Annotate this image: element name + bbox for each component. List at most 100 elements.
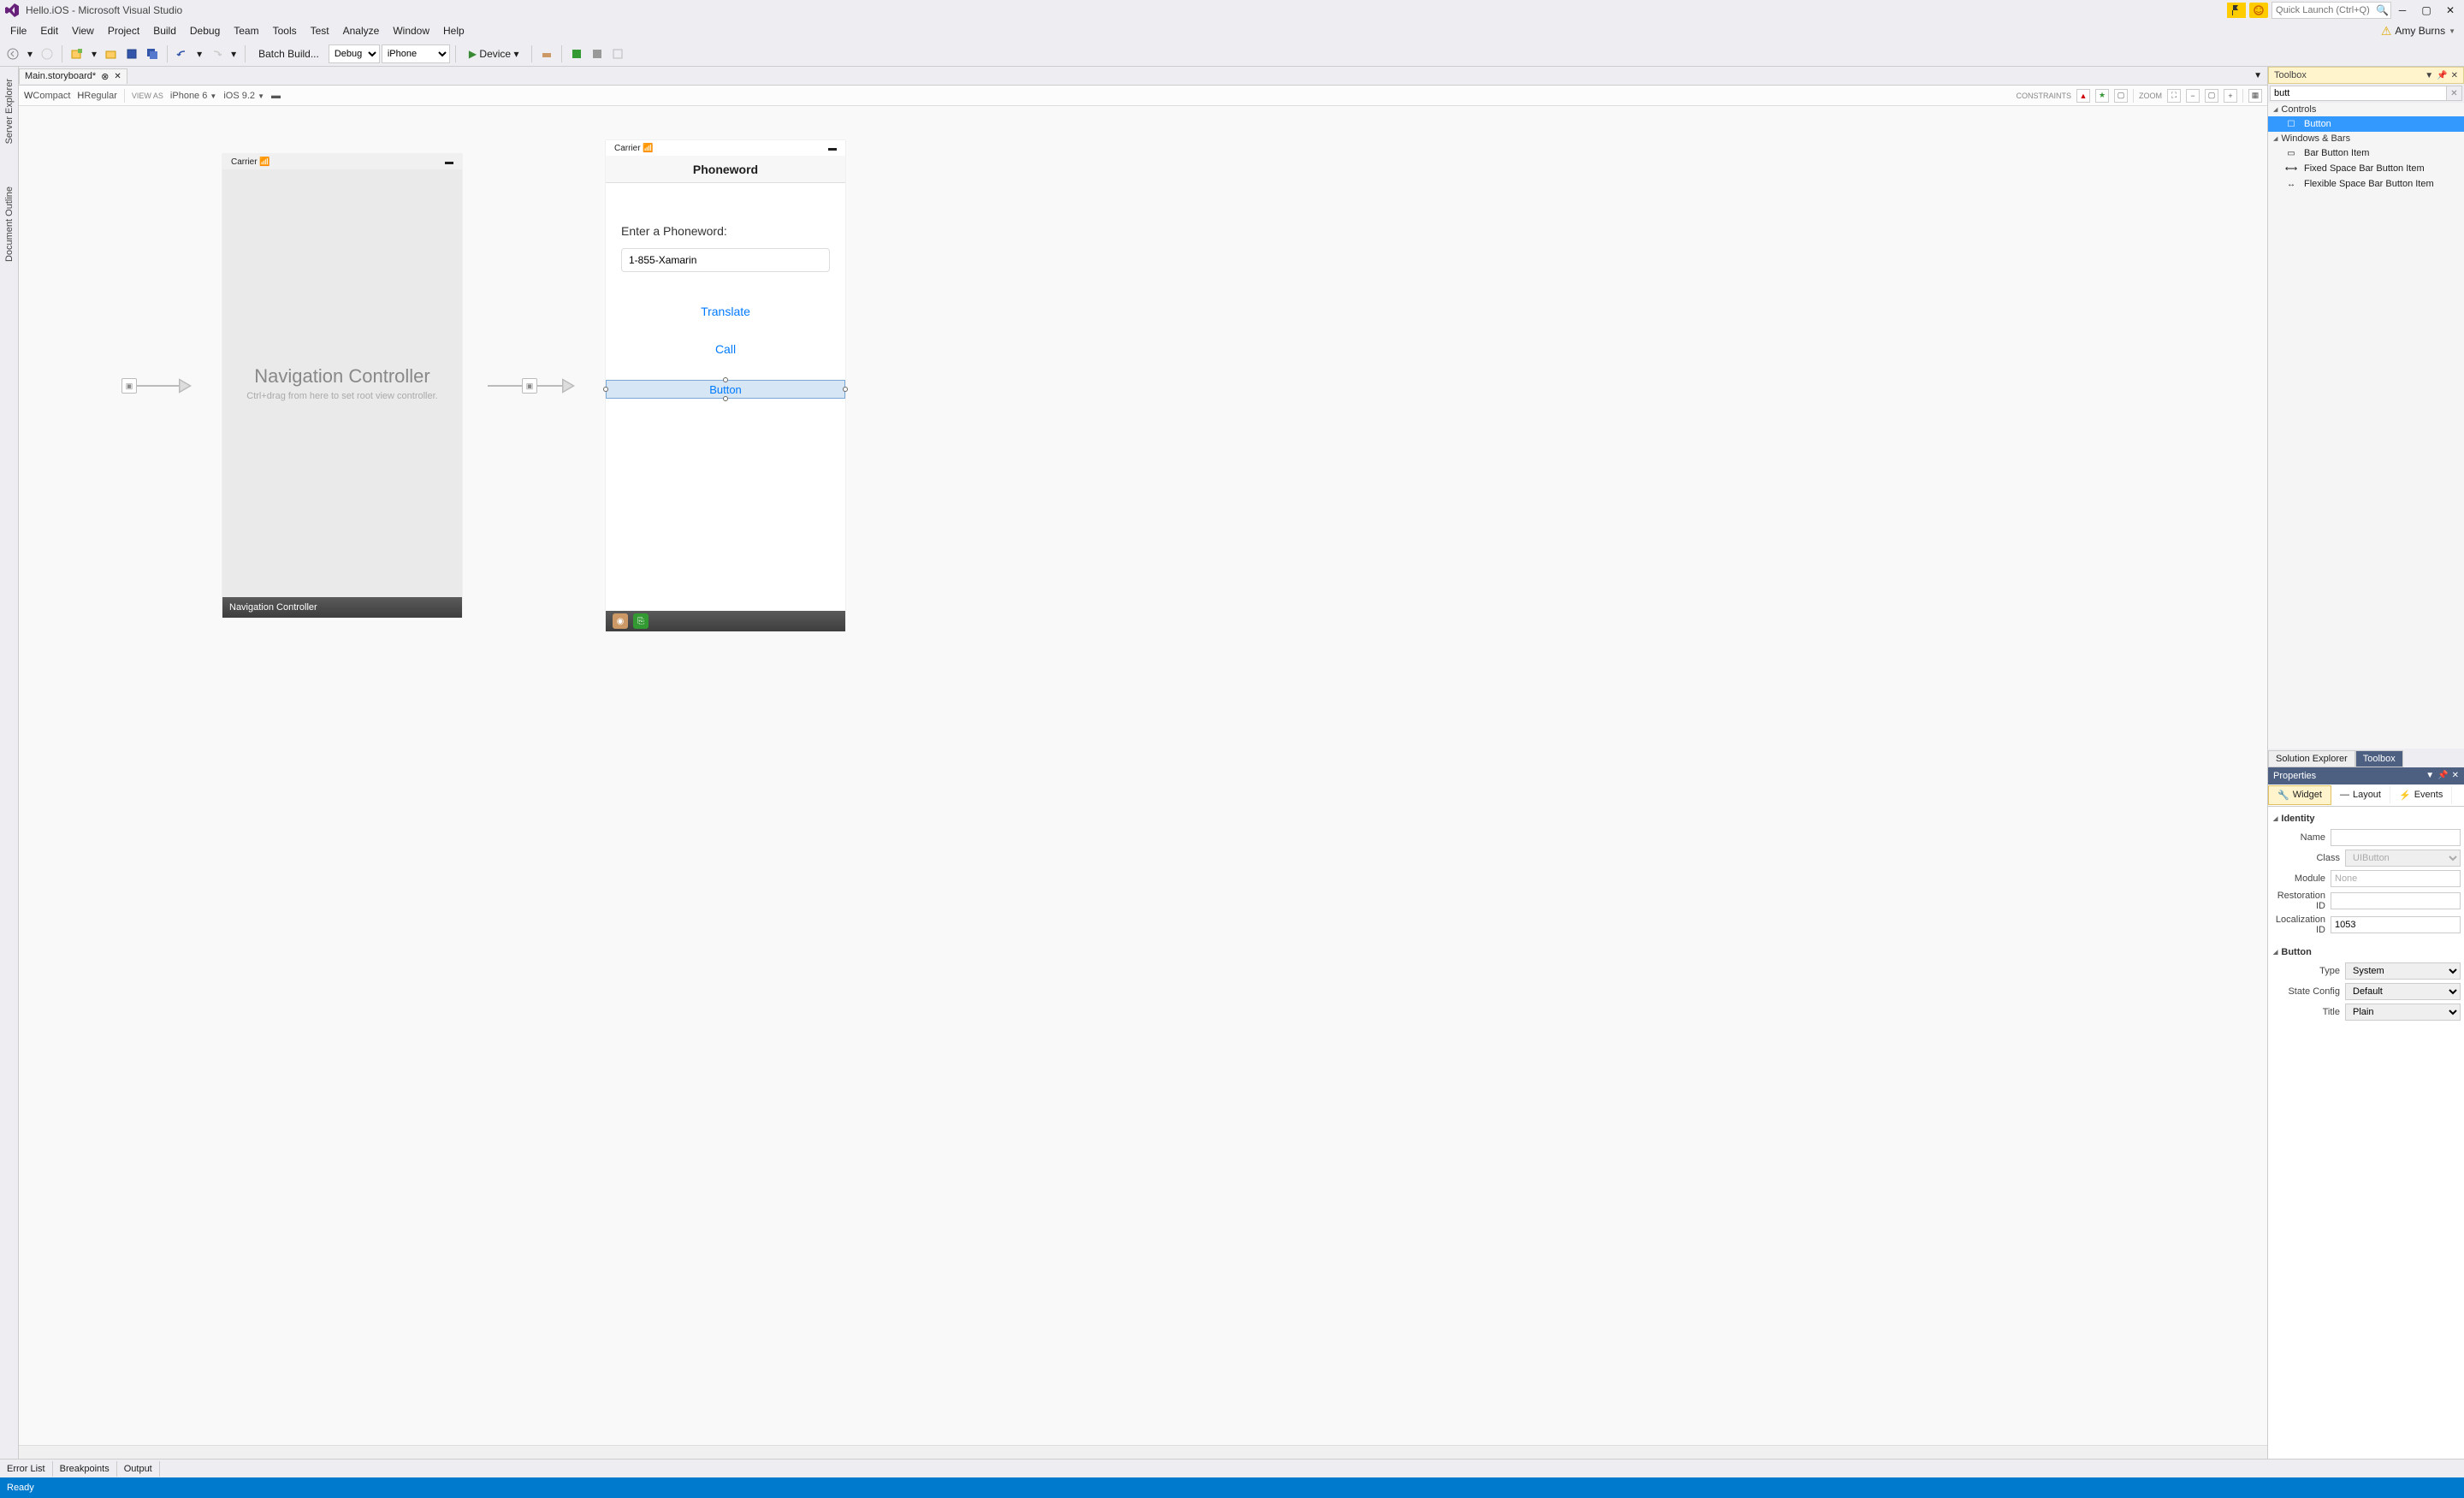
call-button[interactable]: Call [621,342,830,356]
constraints-btn-3[interactable]: ▢ [2114,89,2128,103]
device-selector[interactable]: iPhone 6 ▼ [170,91,216,101]
toolbox-item-button[interactable]: ☐ Button [2268,116,2464,132]
menu-view[interactable]: View [65,22,101,39]
resize-handle-left[interactable] [603,387,608,392]
prop-localization-input[interactable] [2331,916,2461,933]
menu-project[interactable]: Project [101,22,146,39]
close-button[interactable]: ✕ [2440,3,2461,18]
phoneword-scene[interactable]: Carrier 📶 ▬ Phoneword Enter a Phoneword:… [606,140,845,631]
horizontal-scrollbar[interactable] [19,1445,2267,1459]
breakpoints-tab[interactable]: Breakpoints [53,1461,117,1477]
zoom-fit-icon[interactable]: ⛶ [2167,89,2181,103]
redo-button[interactable] [207,46,226,62]
maximize-button[interactable]: ▢ [2416,3,2437,18]
navigation-controller-scene[interactable]: Carrier 📶 ▬ Navigation Controller Ctrl+d… [222,154,462,618]
prop-name-input[interactable] [2331,829,2461,846]
document-tab[interactable]: Main.storyboard* ⊗ ✕ [19,68,127,84]
user-name[interactable]: Amy Burns [2395,25,2445,37]
menu-edit[interactable]: Edit [33,22,65,39]
toolbox-tab[interactable]: Toolbox [2355,750,2403,767]
solution-explorer-tab[interactable]: Solution Explorer [2268,750,2355,767]
new-dropdown[interactable]: ▾ [88,46,100,62]
nav-forward-circle[interactable] [38,46,56,62]
properties-close-icon[interactable]: ✕ [2452,771,2459,780]
properties-tab-events[interactable]: ⚡ Events [2390,786,2452,804]
toolbox-item-fixed-space[interactable]: ⟷ Fixed Space Bar Button Item [2268,161,2464,176]
pin-icon[interactable]: ⊗ [101,71,109,82]
zoom-reset-icon[interactable]: ▢ [2205,89,2218,103]
properties-dropdown-icon[interactable]: ▼ [2426,771,2434,780]
feedback-icon[interactable] [2249,3,2268,18]
grid-icon[interactable]: ▦ [2248,89,2262,103]
toolbox-dropdown-icon[interactable]: ▼ [2425,71,2433,80]
server-explorer-tab[interactable]: Server Explorer [3,70,16,152]
prop-module-input[interactable] [2331,870,2461,887]
tab-dropdown-icon[interactable]: ▼ [2254,71,2262,80]
translate-button[interactable]: Translate [621,305,830,318]
prop-class-select[interactable]: UIButton [2345,850,2461,867]
new-project-button[interactable] [68,46,86,62]
document-outline-tab[interactable]: Document Outline [3,178,16,270]
menu-window[interactable]: Window [386,22,436,39]
resize-handle-top[interactable] [723,377,728,382]
minimize-button[interactable]: ─ [2392,3,2413,18]
resize-handle-right[interactable] [843,387,848,392]
error-list-tab[interactable]: Error List [0,1461,53,1477]
root-segue-marker[interactable]: ▣ [522,378,537,394]
start-device-button[interactable]: ▶ Device ▾ [461,44,527,63]
prop-type-select[interactable]: System [2345,962,2461,980]
notifications-flag-icon[interactable] [2227,3,2246,18]
toolbox-item-flex-space[interactable]: ↔ Flexible Space Bar Button Item [2268,176,2464,192]
constraints-btn-1[interactable]: ▲ [2076,89,2090,103]
prop-restoration-input[interactable] [2331,892,2461,909]
resize-handle-bottom[interactable] [723,396,728,401]
user-dropdown-icon[interactable]: ▼ [2449,27,2455,35]
properties-pin-icon[interactable]: 📌 [2437,771,2448,780]
menu-analyze[interactable]: Analyze [336,22,387,39]
menu-test[interactable]: Test [304,22,336,39]
zoom-out-icon[interactable]: − [2186,89,2200,103]
menu-tools[interactable]: Tools [266,22,304,39]
redo-dropdown[interactable]: ▾ [228,46,240,62]
exit-icon[interactable]: ⎘ [633,613,649,629]
quick-launch-input[interactable] [2272,2,2391,19]
orientation-icon[interactable]: ▬ [271,91,281,101]
constraints-btn-2[interactable]: ★ [2095,89,2109,103]
tool-icon-1[interactable] [537,46,556,62]
tool-icon-2[interactable] [567,46,586,62]
toolbox-item-bar-button[interactable]: ▭ Bar Button Item [2268,145,2464,161]
phoneword-textfield[interactable] [621,248,830,272]
menu-debug[interactable]: Debug [183,22,227,39]
properties-tab-layout[interactable]: — Layout [2331,786,2390,803]
tool-icon-3[interactable] [588,46,607,62]
config-select[interactable]: Debug [329,44,380,63]
prop-group-identity[interactable]: Identity [2272,810,2461,827]
platform-select[interactable]: iPhone [382,44,450,63]
toolbox-group-windows-bars[interactable]: Windows & Bars [2268,132,2464,145]
zoom-in-icon[interactable]: + [2224,89,2237,103]
hregular-label[interactable]: HRegular [77,91,116,101]
properties-tab-widget[interactable]: 🔧 Widget [2268,785,2331,805]
save-button[interactable] [122,46,141,62]
os-selector[interactable]: iOS 9.2 ▼ [223,91,264,101]
close-tab-icon[interactable]: ✕ [114,72,121,81]
toolbox-pin-icon[interactable]: 📌 [2437,71,2447,80]
save-all-button[interactable] [143,46,162,62]
menu-file[interactable]: File [3,22,33,39]
output-tab[interactable]: Output [117,1461,160,1477]
undo-button[interactable] [173,46,192,62]
tool-icon-4[interactable] [608,46,627,62]
prop-stateconfig-select[interactable]: Default [2345,983,2461,1000]
toolbox-close-icon[interactable]: ✕ [2451,71,2458,80]
prop-title-select[interactable]: Plain [2345,1004,2461,1021]
prop-group-button[interactable]: Button [2272,944,2461,961]
new-button-selected[interactable]: Button [606,380,845,399]
viewcontroller-icon[interactable]: ◉ [613,613,628,629]
menu-help[interactable]: Help [436,22,471,39]
open-file-button[interactable] [102,46,121,62]
toolbox-group-controls[interactable]: Controls [2268,103,2464,116]
nav-forward-button[interactable]: ▾ [24,46,36,62]
wcompact-label[interactable]: WWCompactCompact [24,91,70,101]
nav-back-button[interactable] [3,46,22,62]
menu-build[interactable]: Build [146,22,183,39]
